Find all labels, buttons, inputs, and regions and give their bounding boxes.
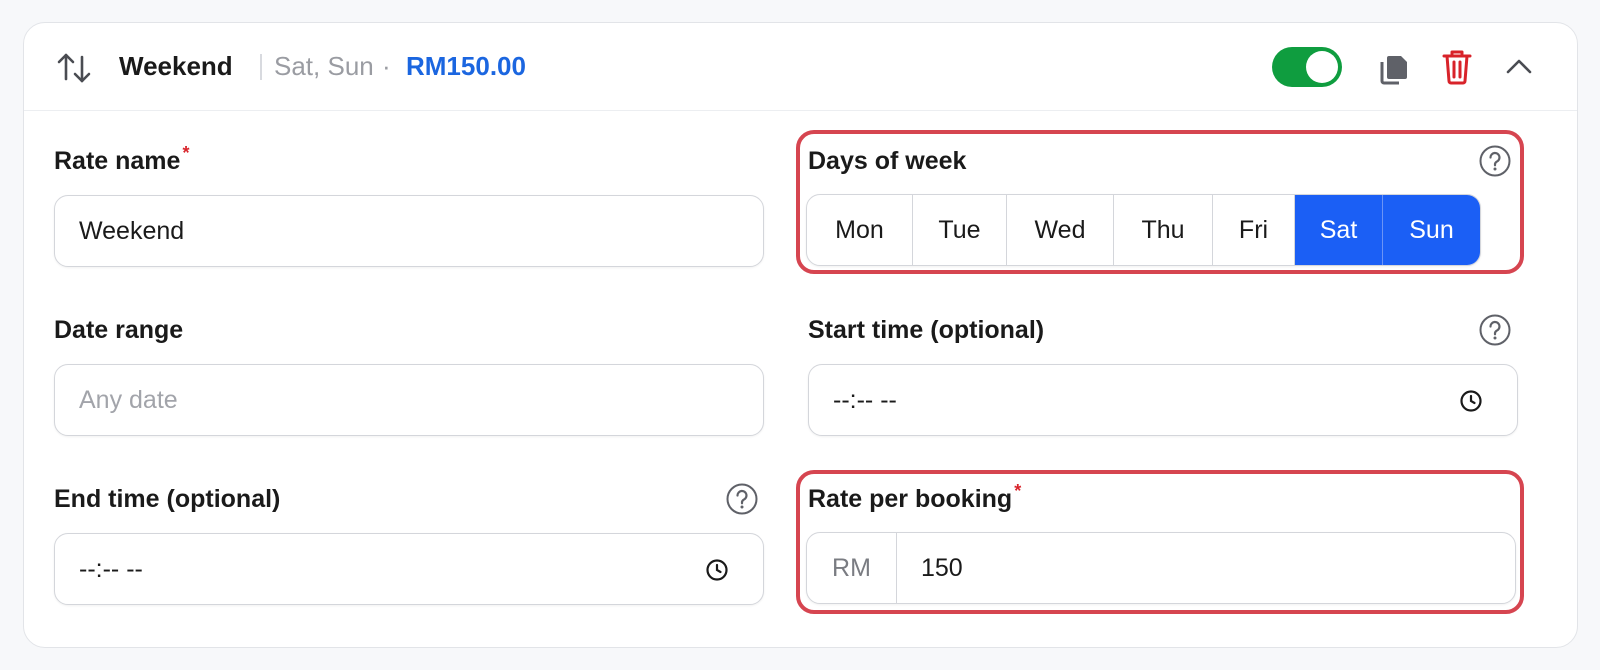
rate-days-summary: Sat, Sun — [274, 51, 374, 81]
day-thu-button[interactable]: Thu — [1114, 195, 1213, 265]
start-time-input[interactable]: --:-- -- — [808, 364, 1518, 436]
chevron-up-icon[interactable] — [1503, 55, 1535, 79]
trash-icon[interactable] — [1442, 49, 1472, 85]
end-time-label: End time (optional) — [54, 485, 281, 513]
rate-name-value: Weekend — [79, 216, 185, 245]
date-range-label: Date range — [54, 316, 184, 344]
help-circle-icon[interactable] — [1478, 313, 1512, 347]
required-mark: * — [1014, 481, 1022, 501]
start-time-label: Start time (optional) — [808, 316, 1045, 344]
rate-per-booking-input[interactable]: RM 150 — [806, 532, 1516, 604]
rate-price: RM150.00 — [406, 51, 526, 81]
rate-name-label: Rate name * — [54, 143, 189, 176]
date-range-placeholder: Any date — [79, 385, 178, 414]
currency-prefix: RM — [807, 533, 897, 603]
date-range-input[interactable]: Any date — [54, 364, 764, 436]
rate-per-booking-label-text: Rate per booking — [808, 485, 1013, 513]
day-mon-button[interactable]: Mon — [807, 195, 913, 265]
help-circle-icon[interactable] — [1478, 144, 1512, 178]
rate-per-booking-label: Rate per booking * — [808, 481, 1021, 514]
rate-name-label-text: Rate name — [54, 147, 181, 175]
end-time-input[interactable]: --:-- -- — [54, 533, 764, 605]
day-tue-button[interactable]: Tue — [913, 195, 1007, 265]
days-of-week-selector: Mon Tue Wed Thu Fri Sat Sun — [806, 194, 1481, 266]
sort-arrows-icon[interactable] — [56, 51, 92, 85]
day-sun-button[interactable]: Sun — [1383, 195, 1480, 265]
header-separator: · — [382, 51, 391, 81]
rate-title: Weekend — [119, 51, 233, 81]
day-sat-button[interactable]: Sat — [1295, 195, 1383, 265]
enable-toggle[interactable] — [1272, 47, 1342, 87]
copy-icon[interactable] — [1378, 53, 1412, 85]
required-mark: * — [182, 143, 190, 163]
clock-icon[interactable] — [1459, 389, 1483, 413]
day-wed-button[interactable]: Wed — [1007, 195, 1114, 265]
rate-name-input[interactable]: Weekend — [54, 195, 764, 267]
clock-icon[interactable] — [705, 558, 729, 582]
day-fri-button[interactable]: Fri — [1213, 195, 1295, 265]
toggle-knob — [1306, 51, 1338, 83]
days-of-week-label: Days of week — [808, 147, 967, 175]
start-time-value: --:-- -- — [833, 385, 897, 414]
rate-value[interactable]: 150 — [897, 533, 1515, 603]
rate-card-header: Weekend Sat, Sun · RM150.00 — [24, 23, 1577, 111]
end-time-value: --:-- -- — [79, 554, 143, 583]
header-divider — [260, 54, 262, 80]
help-circle-icon[interactable] — [725, 482, 759, 516]
